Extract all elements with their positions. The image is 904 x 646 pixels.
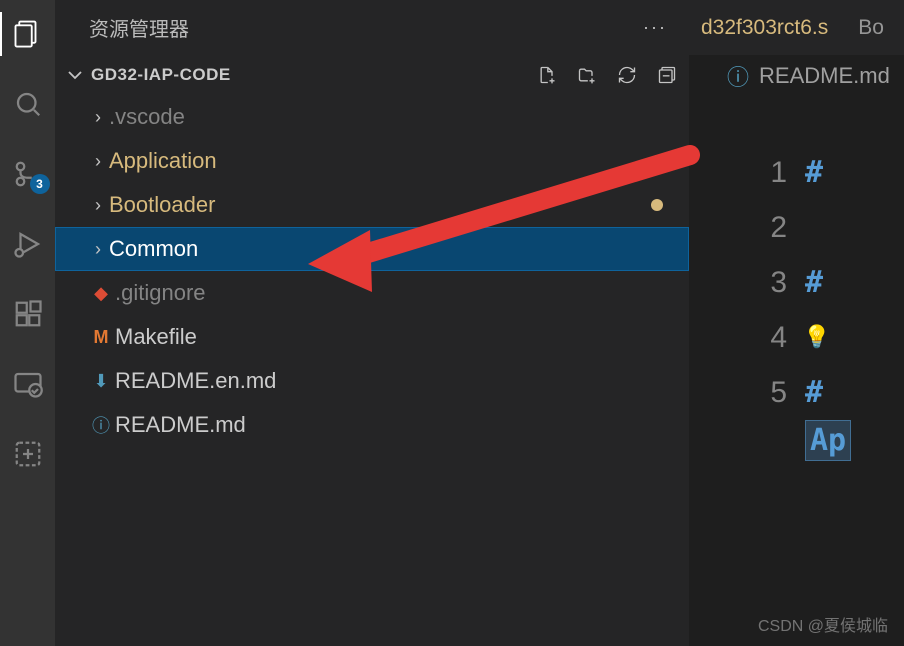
source-control-icon[interactable]: 3 [12, 158, 44, 190]
sidebar-header: 资源管理器 ··· [55, 0, 689, 55]
file-gitignore[interactable]: ◆ .gitignore [55, 271, 689, 315]
search-icon[interactable] [12, 88, 44, 120]
info-icon: ⓘ [727, 60, 749, 92]
extensions-icon[interactable] [12, 298, 44, 330]
explorer-icon[interactable] [12, 18, 44, 50]
tab-bar: d32f303rct6.s Bo [689, 0, 904, 55]
run-debug-icon[interactable] [12, 228, 44, 260]
chevron-right-icon: › [87, 151, 109, 172]
folder-bootloader[interactable]: › Bootloader [55, 183, 689, 227]
git-icon: ◆ [87, 283, 115, 304]
file-tree: › .vscode › Application › Bootloader › C… [55, 95, 689, 447]
refresh-icon[interactable] [617, 65, 637, 85]
line-gutter: 1 2 3 4 5 [689, 145, 805, 646]
sidebar-title: 资源管理器 [89, 13, 189, 42]
code-token: # [805, 155, 823, 190]
watermark: CSDN @夏侯城临 [758, 612, 888, 636]
remote-icon[interactable] [12, 368, 44, 400]
tab-bootloader[interactable]: Bo [848, 0, 894, 55]
code-lines: # # 💡 # Ap [805, 145, 904, 646]
collapse-all-icon[interactable] [657, 65, 677, 85]
line-number: 2 [770, 200, 787, 255]
chevron-right-icon: › [87, 107, 109, 128]
line-number: 4 [770, 310, 787, 365]
modified-dot-icon [651, 199, 663, 211]
chevron-right-icon: › [87, 195, 109, 216]
breadcrumb-file: README.md [759, 63, 890, 89]
explorer-sidebar: 资源管理器 ··· GD32-IAP-CODE › .vscode › Appl… [55, 0, 689, 646]
info-icon: ⓘ [87, 412, 115, 438]
scm-badge: 3 [30, 174, 50, 194]
project-section-header[interactable]: GD32-IAP-CODE [55, 55, 689, 95]
project-name: GD32-IAP-CODE [91, 65, 231, 85]
file-readme-en[interactable]: ⬇ README.en.md [55, 359, 689, 403]
line-number: 1 [770, 145, 787, 200]
chevron-right-icon: › [87, 239, 109, 260]
line-number: 3 [770, 255, 787, 310]
folder-common[interactable]: › Common [55, 227, 689, 271]
line-number: 5 [770, 365, 787, 420]
folder-application[interactable]: › Application [55, 139, 689, 183]
code-highlight-token: Ap [805, 420, 851, 461]
lightbulb-icon[interactable]: 💡 [803, 325, 830, 350]
code-content[interactable]: 1 2 3 4 5 # # 💡 # Ap [689, 97, 904, 646]
new-file-icon[interactable] [537, 65, 557, 85]
chevron-down-icon [67, 67, 83, 83]
modified-dot-icon [651, 155, 663, 167]
folder-vscode[interactable]: › .vscode [55, 95, 689, 139]
breadcrumb[interactable]: ⓘ README.md [689, 55, 904, 97]
file-readme[interactable]: ⓘ README.md [55, 403, 689, 447]
configure-icon[interactable] [12, 438, 44, 470]
code-token: # [805, 365, 823, 420]
activity-bar: 3 [0, 0, 55, 646]
file-makefile[interactable]: M Makefile [55, 315, 689, 359]
markdown-icon: ⬇ [87, 371, 115, 392]
code-token: # [805, 265, 823, 300]
makefile-icon: M [87, 327, 115, 348]
editor-area: d32f303rct6.s Bo ⓘ README.md 1 2 3 4 5 #… [689, 0, 904, 646]
tab-asm-file[interactable]: d32f303rct6.s [691, 0, 838, 55]
new-folder-icon[interactable] [577, 65, 597, 85]
more-actions-icon[interactable]: ··· [643, 17, 667, 38]
